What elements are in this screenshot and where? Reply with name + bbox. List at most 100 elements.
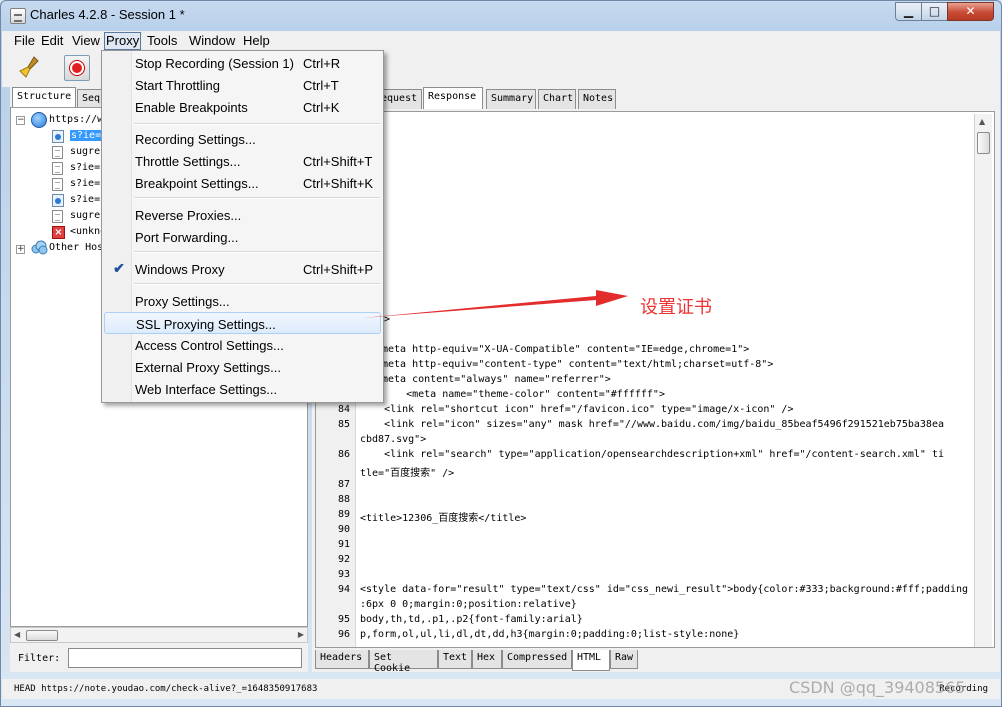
maximize-button[interactable]: □ [921,2,948,21]
scroll-left-icon[interactable]: ◀ [14,630,20,639]
menu-proxy[interactable]: Proxy [104,32,142,50]
error-icon: × [52,226,65,239]
line-number: 89 [337,509,350,520]
document-icon [52,210,63,223]
menu-window[interactable]: Window [187,32,237,50]
proxy-menu-item[interactable]: Breakpoint Settings... Ctrl+Shift+K [104,172,381,194]
proxy-menu-item[interactable]: Proxy Settings... [104,290,381,312]
tab-set-cookie[interactable]: Set Cookie [369,650,438,674]
menu-view[interactable]: View [70,32,102,50]
proxy-menu-item[interactable]: Stop Recording (Session 1) Ctrl+R [104,52,381,74]
line-number: 88 [337,494,350,505]
line-number: 93 [337,569,350,580]
tab-html[interactable]: HTML [572,650,610,671]
scroll-up-icon[interactable]: ▲ [979,117,985,126]
proxy-menu-item[interactable]: Access Control Settings... [104,334,381,356]
tab-hex[interactable]: Hex [472,650,502,669]
request-icon [52,194,64,207]
menu-item-shortcut: Ctrl+T [303,78,339,93]
menu-item-label: Throttle Settings... [135,154,241,169]
globe-icon [31,112,47,128]
menu-item-label: External Proxy Settings... [135,360,281,375]
tab-headers[interactable]: Headers [315,650,369,669]
menu-item-label: Windows Proxy [135,262,225,277]
tab-raw[interactable]: Raw [610,650,638,669]
code-line: <link rel="icon" sizes="any" mask href="… [360,419,944,430]
response-html-viewer[interactable]: >ead>meta http-equiv="X-UA-Compatible" c… [315,111,995,648]
menu-separator [134,123,380,125]
code-line: meta http-equiv="content-type" content="… [382,359,774,370]
proxy-menu-item[interactable]: Start Throttling Ctrl+T [104,74,381,96]
code-line: tle="百度搜索" /> [360,468,455,479]
menu-file[interactable]: File [12,32,37,50]
proxy-menu-item[interactable]: External Proxy Settings... [104,356,381,378]
proxy-menu-item[interactable]: Throttle Settings... Ctrl+Shift+T [104,150,381,172]
menu-bar: File Edit View Proxy Tools Window Help [2,31,1000,51]
menu-item-label: Port Forwarding... [135,230,239,245]
watermark: CSDN @qq_39408565 [789,678,966,697]
menu-separator [134,283,380,285]
close-button[interactable]: ✕ [947,2,994,21]
line-number: 96 [337,629,350,640]
proxy-menu-item[interactable]: SSL Proxying Settings... [104,312,381,334]
line-number: 95 [337,614,350,625]
menu-item-label: Breakpoint Settings... [135,176,259,191]
line-number: 87 [337,479,350,490]
code-line: p,form,ol,ul,li,dl,dt,dd,h3{margin:0;pad… [360,629,740,640]
expand-toggle[interactable]: + [16,245,25,254]
menu-help[interactable]: Help [241,32,272,50]
code-line: cbd87.svg"> [360,434,427,445]
tab-summary[interactable]: Summary [486,89,536,109]
code-line: meta content="always" name="referrer"> [382,374,611,385]
code-line: body,th,td,.p1,.p2{font-family:arial} [360,614,583,625]
horizontal-scrollbar[interactable]: ◀ ▶ [10,627,308,643]
scroll-right-icon[interactable]: ▶ [298,630,304,639]
broom-icon [19,56,39,78]
menu-item-label: Start Throttling [135,78,221,93]
document-icon [52,162,63,175]
status-text: HEAD https://note.youdao.com/check-alive… [14,684,318,694]
cloud-icon [31,240,48,255]
line-number: 90 [337,524,350,535]
proxy-menu-item[interactable]: ✔ Windows Proxy Ctrl+Shift+P [104,258,381,280]
record-icon [70,61,84,75]
code-line: <title>12306_百度搜索</title> [360,513,527,524]
minimize-button[interactable]: ▁ [895,2,922,21]
menu-edit[interactable]: Edit [39,32,65,50]
code-line: <meta name="theme-color" content="#fffff… [382,389,665,400]
menu-item-label: Proxy Settings... [135,294,230,309]
menu-separator [134,251,380,253]
tab-compressed[interactable]: Compressed [502,650,572,669]
line-number: 85 [337,419,350,430]
tab-notes[interactable]: Notes [578,89,616,109]
proxy-menu-item[interactable]: Recording Settings... [104,128,381,150]
collapse-toggle[interactable]: − [16,116,25,125]
menu-tools[interactable]: Tools [145,32,179,50]
request-icon [52,130,64,143]
document-icon [52,178,63,191]
menu-item-label: Access Control Settings... [135,338,284,353]
tab-text[interactable]: Text [438,650,472,669]
proxy-menu-item[interactable]: Enable Breakpoints Ctrl+K [104,96,381,118]
checkmark-icon: ✔ [113,260,125,276]
proxy-menu-item[interactable]: Port Forwarding... [104,226,381,248]
menu-item-shortcut: Ctrl+Shift+K [303,176,374,191]
line-number: 86 [337,449,350,460]
tab-chart[interactable]: Chart [538,89,576,109]
document-icon [52,146,63,159]
tab-structure[interactable]: Structure [12,87,76,109]
code-line: <link rel="search" type="application/ope… [360,449,944,460]
scroll-thumb[interactable] [977,132,990,154]
code-line: <style data-for="result" type="text/css"… [360,584,969,595]
line-number: 84 [337,404,350,415]
vertical-scrollbar[interactable]: ▲ [974,114,992,647]
filter-label: Filter: [18,653,61,664]
window-title: Charles 4.2.8 - Session 1 * [30,7,185,22]
clear-session-button[interactable] [18,55,44,81]
record-button[interactable] [64,55,90,81]
tab-response[interactable]: Response [423,87,483,109]
scroll-thumb[interactable] [26,630,58,641]
filter-input[interactable] [68,648,302,668]
proxy-menu-item[interactable]: Web Interface Settings... [104,378,381,400]
proxy-menu-item[interactable]: Reverse Proxies... [104,204,381,226]
